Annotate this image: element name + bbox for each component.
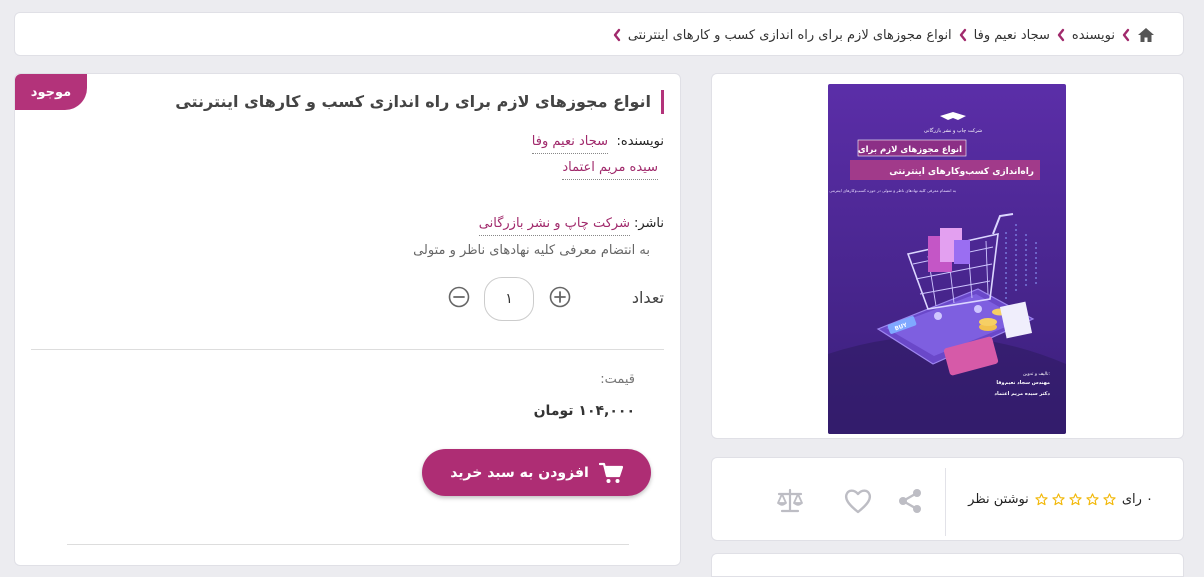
author-link-2[interactable]: سیده مریم اعتماد xyxy=(562,160,658,180)
divider xyxy=(67,544,629,545)
chevron-left-icon xyxy=(1122,28,1130,42)
add-to-cart-button[interactable]: افزودن به سبد خرید xyxy=(422,449,651,496)
cover-author2: دکتر سیده مریم اعتماد xyxy=(994,391,1050,397)
compare-scale-icon[interactable] xyxy=(775,486,805,516)
add-to-cart-label: افزودن به سبد خرید xyxy=(450,464,589,481)
cart-icon xyxy=(598,462,623,483)
breadcrumb: نویسنده سجاد نعیم وفا انواع مجوزهای لازم… xyxy=(14,12,1184,56)
home-icon[interactable] xyxy=(1137,27,1155,43)
stock-badge: موجود xyxy=(15,74,87,110)
breadcrumb-item-author-name[interactable]: سجاد نعیم وفا xyxy=(974,28,1050,43)
author-label: نویسنده: xyxy=(616,134,665,149)
breadcrumb-item-author[interactable]: نویسنده xyxy=(1072,28,1115,43)
publisher-link[interactable]: شرکت چاپ و نشر بازرگانی xyxy=(478,216,630,236)
product-info-card: موجود انواع مجوزهای لازم برای راه اندازی… xyxy=(14,73,681,566)
book-cover-image[interactable]: شرکت چاپ و نشر بازرگانی انواع مجوزهای لا… xyxy=(828,84,1066,434)
share-icon[interactable] xyxy=(895,486,925,516)
price-value: ۱۰۴,۰۰۰ تومان xyxy=(533,403,635,419)
star-icon[interactable] xyxy=(1035,493,1048,506)
cover-publisher: شرکت چاپ و نشر بازرگانی xyxy=(924,127,982,134)
star-icon[interactable] xyxy=(1086,493,1099,506)
cover-author1: مهندس سجاد نعیم‌وفا xyxy=(996,380,1050,386)
rating-stars[interactable] xyxy=(1035,493,1116,506)
cover-title-line1: انواع مجوزهای لازم برای xyxy=(858,145,962,155)
product-image-card: شرکت چاپ و نشر بازرگانی انواع مجوزهای لا… xyxy=(711,73,1184,439)
cover-tagline: به انضمام معرفی کلیه نهادهای ناظر و متول… xyxy=(829,188,956,193)
breadcrumb-item-current: انواع مجوزهای لازم برای راه اندازی کسب و… xyxy=(627,27,952,43)
chevron-left-icon xyxy=(1057,28,1065,42)
chevron-left-icon xyxy=(959,28,966,42)
vote-count: ۰ رای xyxy=(1121,492,1153,507)
chevron-left-icon xyxy=(613,28,621,42)
star-icon[interactable] xyxy=(1052,493,1065,506)
rating-row: ۰ رای نوشتن نظر xyxy=(968,492,1153,507)
product-subtitle: به انتضام معرفی کلیه نهادهای ناظر و متول… xyxy=(413,243,650,258)
cover-credits-label: تالیف و تدوین: xyxy=(1023,372,1050,377)
publisher-label: ناشر: xyxy=(633,216,664,231)
author-link-1[interactable]: سجاد نعیم وفا xyxy=(531,134,608,154)
heart-icon[interactable] xyxy=(843,486,873,516)
product-title: انواع مجوزهای لازم برای راه اندازی کسب و… xyxy=(175,90,664,114)
rating-actions-card: ۰ رای نوشتن نظر xyxy=(711,457,1184,541)
quantity-label: تعداد xyxy=(631,288,664,307)
cover-title-line2: راه‌اندازی کسب‌وکارهای اینترنتی xyxy=(889,167,1034,177)
quantity-input[interactable]: ۱ xyxy=(484,277,534,321)
minus-icon[interactable] xyxy=(448,286,470,308)
write-review-link[interactable]: نوشتن نظر xyxy=(968,492,1029,507)
star-icon[interactable] xyxy=(1103,493,1116,506)
next-card xyxy=(711,553,1184,577)
star-icon[interactable] xyxy=(1069,493,1082,506)
price-label: قیمت: xyxy=(600,372,635,387)
divider xyxy=(945,468,946,536)
divider xyxy=(31,349,664,350)
plus-icon[interactable] xyxy=(549,286,571,308)
